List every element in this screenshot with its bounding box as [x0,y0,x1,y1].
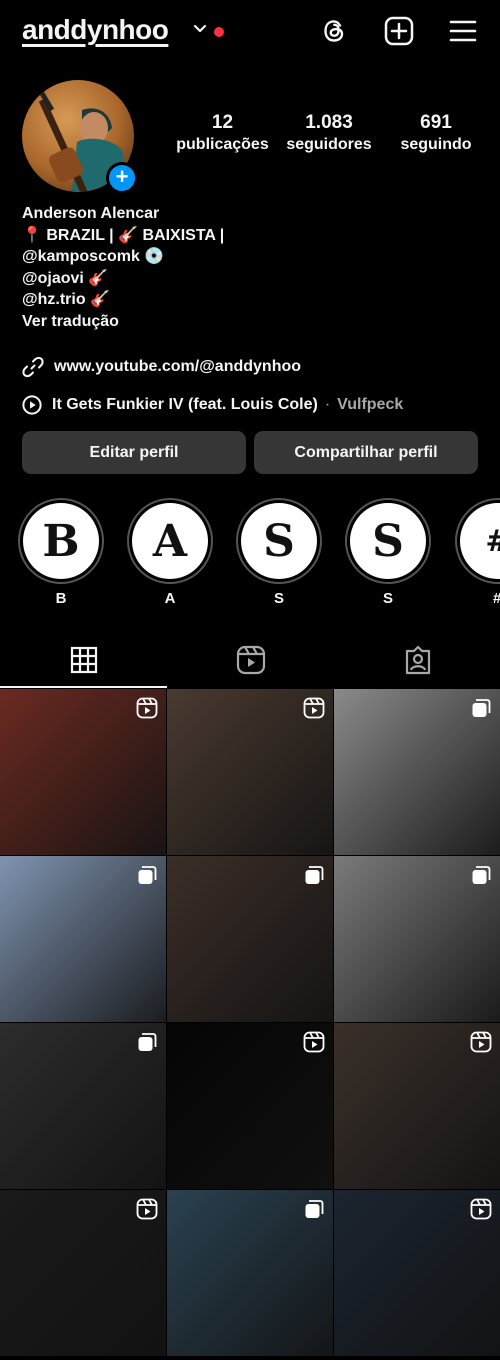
highlight-label: # [455,590,500,607]
threads-icon[interactable] [319,16,349,46]
story-highlight[interactable]: B B [18,498,104,607]
highlight-label: A [164,590,176,607]
tab-tagged[interactable] [334,632,500,688]
stat-posts[interactable]: 12 publicações [175,112,270,154]
story-highlight[interactable]: S S [345,498,431,607]
share-profile-button[interactable]: Compartilhar perfil [254,431,478,474]
highlight-label: B [55,590,67,607]
profile-bio: Anderson Alencar 📍 BRAZIL | 🎸 BAIXISTA |… [22,203,482,332]
post-thumbnail[interactable] [334,1023,500,1189]
post-thumbnail[interactable] [0,856,166,1022]
link-icon [22,356,44,378]
stat-following-value: 691 [420,112,452,133]
highlight-cover: B [23,503,99,579]
post-thumbnail[interactable] [0,1190,166,1356]
story-highlight[interactable]: # # [455,498,500,607]
stat-posts-value: 12 [211,112,234,133]
reel-icon [470,1198,492,1220]
tab-posts-grid[interactable] [0,632,167,688]
music-separator: · [324,396,331,413]
post-thumbnail[interactable] [334,856,500,1022]
stat-following[interactable]: 691 seguindo [396,112,476,154]
carousel-icon [136,864,158,886]
bio-mention-link[interactable]: @ojaovi 🎸 [22,268,482,290]
top-bar: anddynhoo [0,0,500,64]
carousel-icon [470,697,492,719]
highlight-cover: S [350,503,426,579]
bio-mention-link[interactable]: @hz.trio 🎸 [22,289,482,311]
post-thumbnail[interactable] [167,689,333,855]
post-thumbnail[interactable] [167,1190,333,1356]
reel-icon [470,1031,492,1053]
highlight-ring: B [18,498,104,584]
highlight-ring: # [455,498,500,584]
tab-reels[interactable] [167,632,334,688]
create-post-icon[interactable] [384,16,414,46]
bio-line: 📍 BRAZIL | 🎸 BAIXISTA | [22,226,225,244]
highlight-cover: A [132,503,208,579]
active-tab-indicator [0,686,167,688]
menu-icon[interactable] [448,16,478,46]
reel-icon [136,1198,158,1220]
bio-mention-link[interactable]: @kamposcomk 💿 [22,246,482,268]
carousel-icon [470,864,492,886]
carousel-icon [303,1198,325,1220]
profile-link[interactable]: www.youtube.com/@anddynhoo [22,354,301,380]
reel-icon [303,1031,325,1053]
chevron-down-icon[interactable] [193,22,207,36]
play-icon [22,395,42,415]
reel-icon [303,697,325,719]
add-story-button[interactable]: + [106,162,138,194]
stat-posts-label: publicações [176,136,269,153]
grid-icon [70,646,97,674]
highlight-ring: A [127,498,213,584]
post-thumbnail[interactable] [167,1023,333,1189]
highlight-ring: S [236,498,322,584]
post-thumbnail[interactable] [334,689,500,855]
stat-followers-label: seguidores [286,136,372,153]
reel-icon [136,697,158,719]
highlight-label: S [382,590,393,607]
carousel-icon [136,1031,158,1053]
edit-profile-button[interactable]: Editar perfil [22,431,246,474]
display-name: Anderson Alencar [22,205,160,222]
link-text: www.youtube.com/@anddynhoo [54,358,302,375]
music-artist: Vulfpeck [337,396,404,413]
see-translation-link[interactable]: Ver tradução [22,311,482,333]
highlight-cover: # [460,503,500,579]
profile-music[interactable]: It Gets Funkier IV (feat. Louis Cole) · … [22,393,403,417]
carousel-icon [303,864,325,886]
notification-dot [214,27,224,37]
stat-followers-value: 1.083 [305,112,353,133]
profile-tabs [0,632,500,688]
tagged-icon [405,645,430,675]
post-thumbnail[interactable] [0,689,166,855]
post-thumbnail[interactable] [0,1023,166,1189]
reels-icon [236,645,265,675]
story-highlight[interactable]: A A [127,498,213,607]
post-thumbnail[interactable] [167,856,333,1022]
highlight-ring: S [345,498,431,584]
music-song-title: It Gets Funkier IV (feat. Louis Cole) [52,396,318,413]
profile-avatar[interactable]: + [22,80,138,194]
highlight-label: S [273,590,284,607]
story-highlight[interactable]: S S [236,498,322,607]
highlight-cover: S [241,503,317,579]
stat-followers[interactable]: 1.083 seguidores [284,112,374,154]
username-title[interactable]: anddynhoo [22,14,169,46]
stat-following-label: seguindo [400,136,472,153]
post-thumbnail[interactable] [334,1190,500,1356]
